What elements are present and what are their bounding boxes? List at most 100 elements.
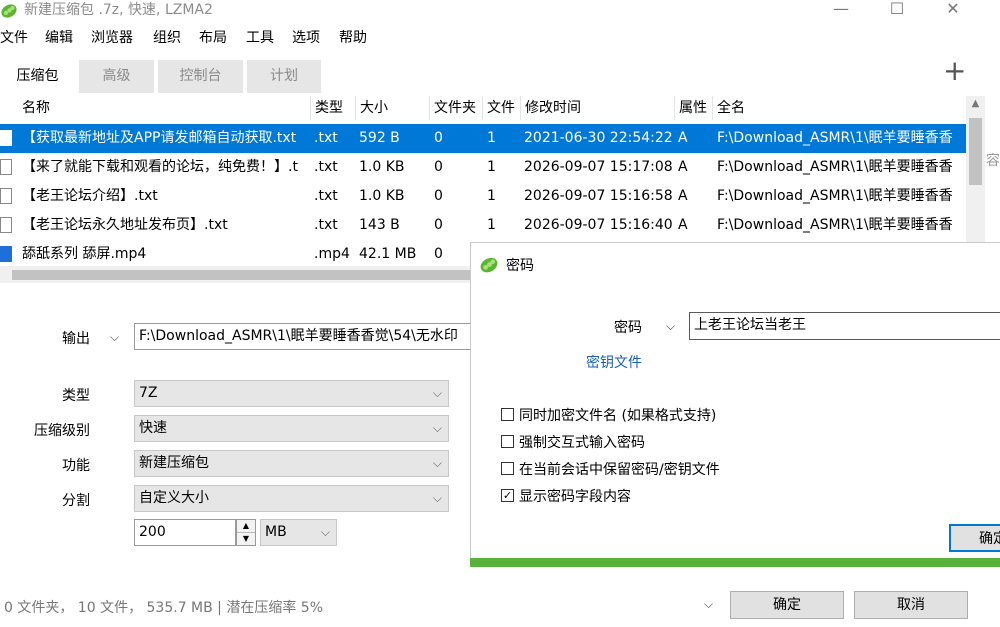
output-path-input[interactable]: F:\Download_ASMR\1\眠羊要睡香香觉\54\无水印 (134, 323, 474, 350)
chevron-down-icon: ⌵ (432, 421, 442, 435)
tab-advanced[interactable]: 高级 (79, 60, 154, 93)
file-folders: 0 (434, 130, 443, 146)
file-folders: 0 (434, 246, 443, 262)
file-fullname: F:\Download_ASMR\1\眠羊要睡香香 (717, 217, 953, 233)
column-header-folders[interactable]: 文件夹 (429, 96, 482, 120)
keyfile-link[interactable]: 密钥文件 (586, 352, 642, 372)
chevron-down-icon: ⌵ (432, 456, 442, 470)
show-password-checkbox[interactable]: ✓ (501, 489, 514, 502)
minimize-button[interactable]: — (818, 0, 864, 22)
menu-edit[interactable]: 编辑 (45, 26, 73, 50)
column-header-files[interactable]: 文件 (482, 96, 520, 120)
tab-console[interactable]: 控制台 (158, 60, 243, 93)
password-dialog: 密码 密码 ⌵ 上老王论坛当老王 密钥文件 同时加密文件名 (如果格式支持) 强… (470, 242, 1000, 567)
ok-button[interactable]: 确定 (730, 591, 844, 619)
file-name: 【来了就能下载和观看的论坛，纯免费！】.t (22, 159, 298, 175)
tab-bar: 压缩包 高级 控制台 计划 (0, 60, 985, 93)
encrypt-filenames-label[interactable]: 同时加密文件名 (如果格式支持) (519, 405, 716, 425)
file-attr: A (678, 130, 688, 146)
text-file-icon (0, 217, 12, 233)
file-modified: 2026-09-07 15:16:58 (524, 188, 673, 204)
split-label: 分割 (62, 493, 90, 509)
level-select[interactable]: 快速 ⌵ (134, 415, 449, 442)
split-size-input[interactable]: 200 (134, 519, 236, 546)
output-label: 输出 (62, 331, 90, 347)
file-name: 舔舐系列 舔屏.mp4 (22, 246, 147, 262)
table-row[interactable]: 【来了就能下载和观看的论坛，纯免费！】.t .txt 1.0 KB 0 1 20… (0, 153, 966, 182)
file-type: .txt (314, 159, 338, 175)
level-label: 压缩级别 (34, 423, 90, 439)
file-folders: 0 (434, 159, 443, 175)
menu-layout[interactable]: 布局 (199, 26, 227, 50)
file-attr: A (678, 217, 688, 233)
file-modified: 2021-06-30 22:54:22 (524, 130, 673, 146)
file-attr: A (678, 159, 688, 175)
column-header-type[interactable]: 类型 (310, 96, 355, 120)
file-folders: 0 (434, 217, 443, 233)
stepper-down-icon[interactable]: ▼ (237, 533, 255, 545)
file-name: 【老王论坛介绍】.txt (22, 188, 158, 204)
split-value: 自定义大小 (139, 490, 209, 506)
checkmark-icon: ✓ (502, 489, 513, 502)
text-file-icon (0, 188, 12, 204)
function-value: 新建压缩包 (139, 455, 209, 471)
file-modified: 2026-09-07 15:17:08 (524, 159, 673, 175)
maximize-button[interactable]: ☐ (874, 0, 920, 22)
split-size-stepper[interactable]: ▲ ▼ (236, 519, 256, 546)
chevron-down-icon[interactable]: ⌵ (666, 315, 675, 337)
app-logo-icon (480, 257, 498, 273)
dialog-ok-button[interactable]: 确定 (949, 524, 1000, 552)
video-file-icon (0, 246, 12, 262)
encrypt-filenames-checkbox[interactable] (501, 408, 514, 421)
menu-file[interactable]: 文件 (0, 26, 28, 50)
file-size: 1.0 KB (359, 188, 405, 204)
function-select[interactable]: 新建压缩包 ⌵ (134, 450, 449, 477)
side-text-fragment: 容别 (986, 153, 1000, 169)
tab-archive[interactable]: 压缩包 (0, 60, 75, 93)
column-header-modified[interactable]: 修改时间 (520, 96, 674, 120)
table-row[interactable]: 【获取最新地址及APP请发邮箱自动获取.txt .txt 592 B 0 1 2… (0, 124, 966, 153)
close-button[interactable]: ✕ (930, 0, 976, 22)
add-icon[interactable]: + (943, 57, 967, 85)
menu-tools[interactable]: 工具 (246, 26, 274, 50)
stepper-up-icon[interactable]: ▲ (237, 520, 255, 533)
file-type: .txt (314, 130, 338, 146)
type-value: 7Z (139, 385, 158, 401)
force-interactive-checkbox[interactable] (501, 435, 514, 448)
vertical-scroll-thumb[interactable] (969, 118, 982, 185)
keep-password-checkbox[interactable] (501, 462, 514, 475)
table-row[interactable]: 【老王论坛介绍】.txt .txt 1.0 KB 0 1 2026-09-07 … (0, 182, 966, 211)
tab-schedule[interactable]: 计划 (247, 60, 321, 93)
password-input[interactable]: 上老王论坛当老王 (689, 312, 1000, 340)
cancel-button[interactable]: 取消 (854, 591, 968, 619)
text-file-icon (0, 130, 12, 146)
horizontal-scroll-thumb[interactable] (12, 270, 470, 280)
menu-organize[interactable]: 组织 (153, 26, 181, 50)
table-row[interactable]: 【老王论坛永久地址发布页】.txt .txt 143 B 0 1 2026-09… (0, 211, 966, 240)
chevron-down-icon[interactable]: ⌵ (704, 593, 722, 615)
dialog-title: 密码 (506, 258, 534, 274)
type-select[interactable]: 7Z ⌵ (134, 380, 449, 407)
file-count: 1 (487, 159, 496, 175)
force-interactive-label[interactable]: 强制交互式输入密码 (519, 432, 645, 452)
column-header-size[interactable]: 大小 (355, 96, 429, 120)
file-modified: 2026-09-07 15:16:40 (524, 217, 673, 233)
menu-options[interactable]: 选项 (292, 26, 320, 50)
menu-help[interactable]: 帮助 (339, 26, 367, 50)
split-unit-select[interactable]: MB ⌵ (260, 519, 337, 546)
show-password-label[interactable]: 显示密码字段内容 (519, 486, 631, 506)
column-header-fullname[interactable]: 全名 (712, 96, 966, 120)
chevron-down-icon: ⌵ (432, 386, 442, 400)
password-label: 密码 (614, 320, 642, 336)
column-header-name[interactable]: 名称 (18, 96, 310, 120)
window-title: 新建压缩包 .7z, 快速, LZMA2 (24, 2, 213, 18)
scroll-up-icon[interactable]: ▲ (969, 98, 982, 112)
chevron-down-icon[interactable]: ⌵ (110, 326, 128, 348)
keep-password-label[interactable]: 在当前会话中保留密码/密钥文件 (519, 459, 720, 479)
file-list[interactable]: 名称 类型 大小 文件夹 文件 修改时间 属性 全名 【获取最新地址及APP请发… (0, 96, 985, 266)
menu-browser[interactable]: 浏览器 (91, 26, 133, 50)
column-header-attributes[interactable]: 属性 (674, 96, 712, 120)
split-select[interactable]: 自定义大小 ⌵ (134, 485, 449, 512)
file-fullname: F:\Download_ASMR\1\眠羊要睡香香 (717, 188, 953, 204)
file-attr: A (678, 188, 688, 204)
